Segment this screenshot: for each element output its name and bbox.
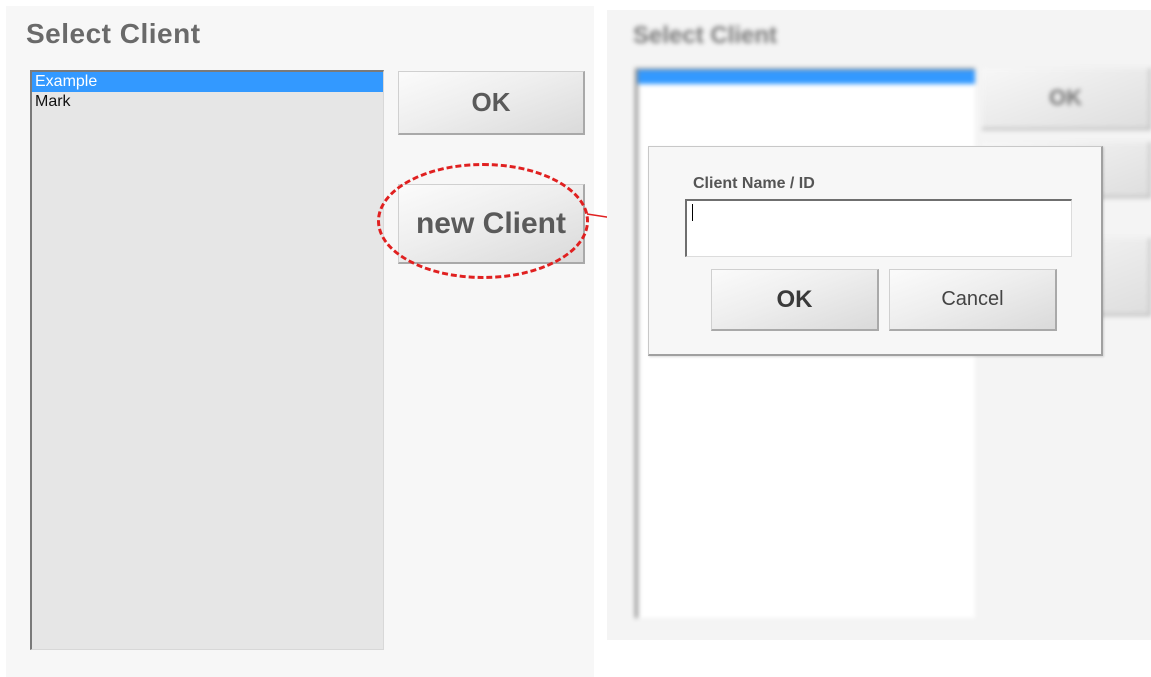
client-name-label: Client Name / ID [693, 175, 815, 192]
list-item [638, 70, 975, 84]
new-client-dialog: Client Name / ID OK Cancel [648, 146, 1103, 356]
select-client-window: Select Client Example Mark OK new Client [6, 6, 594, 677]
list-item[interactable]: Example [32, 72, 383, 92]
list-item[interactable]: Mark [32, 92, 383, 112]
list-item [638, 84, 975, 98]
window-title: Select Client [633, 22, 778, 49]
dialog-ok-button[interactable]: OK [711, 269, 879, 331]
ok-button[interactable]: OK [398, 71, 585, 135]
dialog-cancel-button[interactable]: Cancel [889, 269, 1057, 331]
window-title: Select Client [26, 18, 201, 49]
text-cursor [692, 204, 693, 221]
client-name-input[interactable] [685, 199, 1072, 257]
ok-button: OK [982, 68, 1151, 130]
list-item [638, 112, 975, 126]
list-item [638, 98, 975, 112]
client-list[interactable]: Example Mark [30, 70, 384, 650]
highlight-ellipse [377, 163, 589, 279]
list-item [638, 126, 975, 140]
